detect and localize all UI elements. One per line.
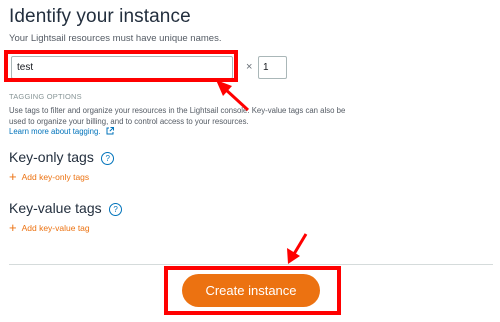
annotation-arrow-icon <box>287 233 308 264</box>
